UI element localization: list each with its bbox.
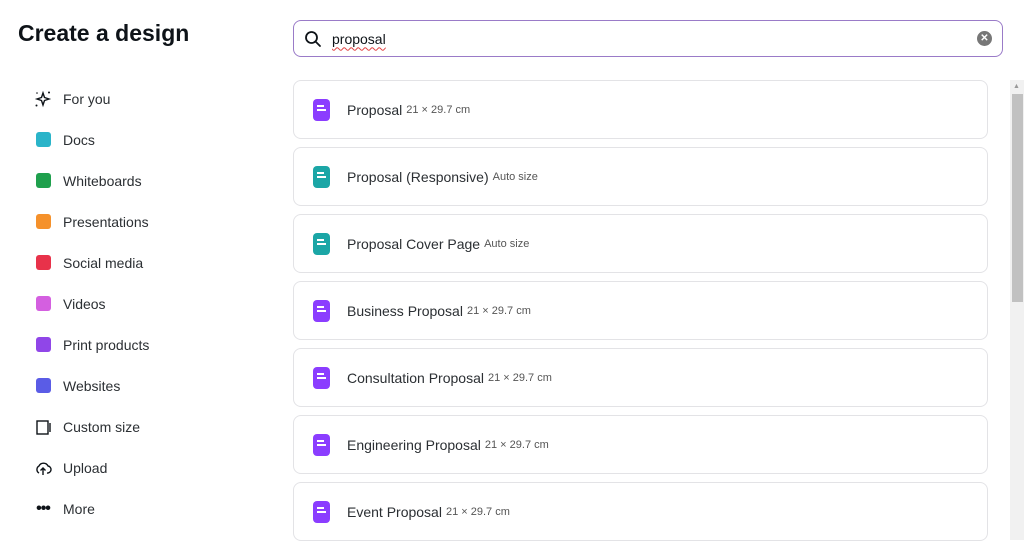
document-icon bbox=[313, 366, 330, 389]
sidebar-item-label: Social media bbox=[63, 254, 144, 271]
result-name: Proposal Cover Page bbox=[347, 235, 481, 252]
result-item[interactable]: Proposal 21 × 29.7 cm bbox=[293, 80, 988, 139]
document-icon bbox=[313, 165, 330, 188]
sidebar-item-label: Videos bbox=[63, 295, 106, 312]
result-name: Engineering Proposal bbox=[347, 436, 481, 453]
sidebar-item-whiteboards[interactable]: Whiteboards bbox=[34, 160, 149, 201]
sidebar-item-presentations[interactable]: Presentations bbox=[34, 201, 149, 242]
search-value[interactable]: proposal bbox=[332, 31, 977, 47]
presentation-icon bbox=[34, 213, 52, 231]
result-size: 21 × 29.7 cm bbox=[487, 371, 552, 384]
cloud-upload-icon bbox=[34, 459, 52, 477]
sidebar-item-label: More bbox=[63, 500, 95, 517]
sidebar-item-label: For you bbox=[63, 90, 111, 107]
page-title: Create a design bbox=[18, 20, 190, 46]
sidebar-item-videos[interactable]: Videos bbox=[34, 283, 149, 324]
result-name: Business Proposal bbox=[347, 302, 463, 319]
sidebar-item-custom-size[interactable]: Custom size bbox=[34, 406, 149, 447]
whiteboard-icon bbox=[34, 172, 52, 190]
sidebar-item-label: Custom size bbox=[63, 418, 141, 435]
sidebar-item-more[interactable]: ••• More bbox=[34, 488, 149, 529]
sidebar-item-label: Whiteboards bbox=[63, 172, 142, 189]
sidebar-item-upload[interactable]: Upload bbox=[34, 447, 149, 488]
results-list: Proposal 21 × 29.7 cm Proposal (Responsive… bbox=[293, 80, 988, 549]
sidebar-item-websites[interactable]: Websites bbox=[34, 365, 149, 406]
sidebar-item-for-you[interactable]: For you bbox=[34, 78, 149, 119]
sidebar-item-label: Websites bbox=[63, 377, 121, 394]
result-item[interactable]: Consultation Proposal 21 × 29.7 cm bbox=[293, 348, 988, 407]
sidebar-item-print-products[interactable]: Print products bbox=[34, 324, 149, 365]
sidebar-item-label: Presentations bbox=[63, 213, 149, 230]
result-name: Proposal bbox=[347, 101, 403, 118]
search-input[interactable]: proposal ✕ bbox=[293, 20, 1003, 57]
sparkle-icon bbox=[34, 90, 52, 108]
docs-icon bbox=[34, 131, 52, 149]
website-icon bbox=[34, 377, 52, 395]
result-name: Event Proposal bbox=[347, 503, 442, 520]
search-icon bbox=[305, 30, 321, 47]
scrollbar[interactable]: ▲ bbox=[1010, 80, 1024, 540]
sidebar-item-docs[interactable]: Docs bbox=[34, 119, 149, 160]
sidebar-item-social-media[interactable]: Social media bbox=[34, 242, 149, 283]
result-name: Consultation Proposal bbox=[347, 369, 484, 386]
sidebar-item-label: Print products bbox=[63, 336, 150, 353]
document-icon bbox=[313, 299, 330, 322]
document-icon bbox=[313, 232, 330, 255]
clear-search-icon[interactable]: ✕ bbox=[977, 31, 992, 46]
printer-icon bbox=[34, 336, 52, 354]
document-icon bbox=[313, 98, 330, 121]
sidebar-item-label: Docs bbox=[63, 131, 95, 148]
heart-icon bbox=[34, 254, 52, 272]
scroll-up-arrow-icon[interactable]: ▲ bbox=[1013, 83, 1020, 90]
scrollbar-thumb[interactable] bbox=[1012, 94, 1023, 302]
result-size: Auto size bbox=[484, 237, 530, 250]
result-size: 21 × 29.7 cm bbox=[484, 438, 549, 451]
video-icon bbox=[34, 295, 52, 313]
result-item[interactable]: Event Proposal 21 × 29.7 cm bbox=[293, 482, 988, 541]
result-item[interactable]: Proposal (Responsive) Auto size bbox=[293, 147, 988, 206]
sidebar-item-label: Upload bbox=[63, 459, 108, 476]
more-icon: ••• bbox=[36, 499, 51, 517]
resize-icon bbox=[34, 418, 52, 436]
result-size: Auto size bbox=[492, 170, 538, 183]
result-size: 21 × 29.7 cm bbox=[406, 103, 471, 116]
document-icon bbox=[313, 500, 330, 523]
result-size: 21 × 29.7 cm bbox=[466, 304, 531, 317]
sidebar-nav: For you Docs Whiteboards Presentations Socia… bbox=[34, 78, 149, 529]
result-item[interactable]: Proposal Cover Page Auto size bbox=[293, 214, 988, 273]
document-icon bbox=[313, 433, 330, 456]
result-name: Proposal (Responsive) bbox=[347, 168, 489, 185]
result-size: 21 × 29.7 cm bbox=[445, 505, 510, 518]
result-item[interactable]: Engineering Proposal 21 × 29.7 cm bbox=[293, 415, 988, 474]
result-item[interactable]: Business Proposal 21 × 29.7 cm bbox=[293, 281, 988, 340]
